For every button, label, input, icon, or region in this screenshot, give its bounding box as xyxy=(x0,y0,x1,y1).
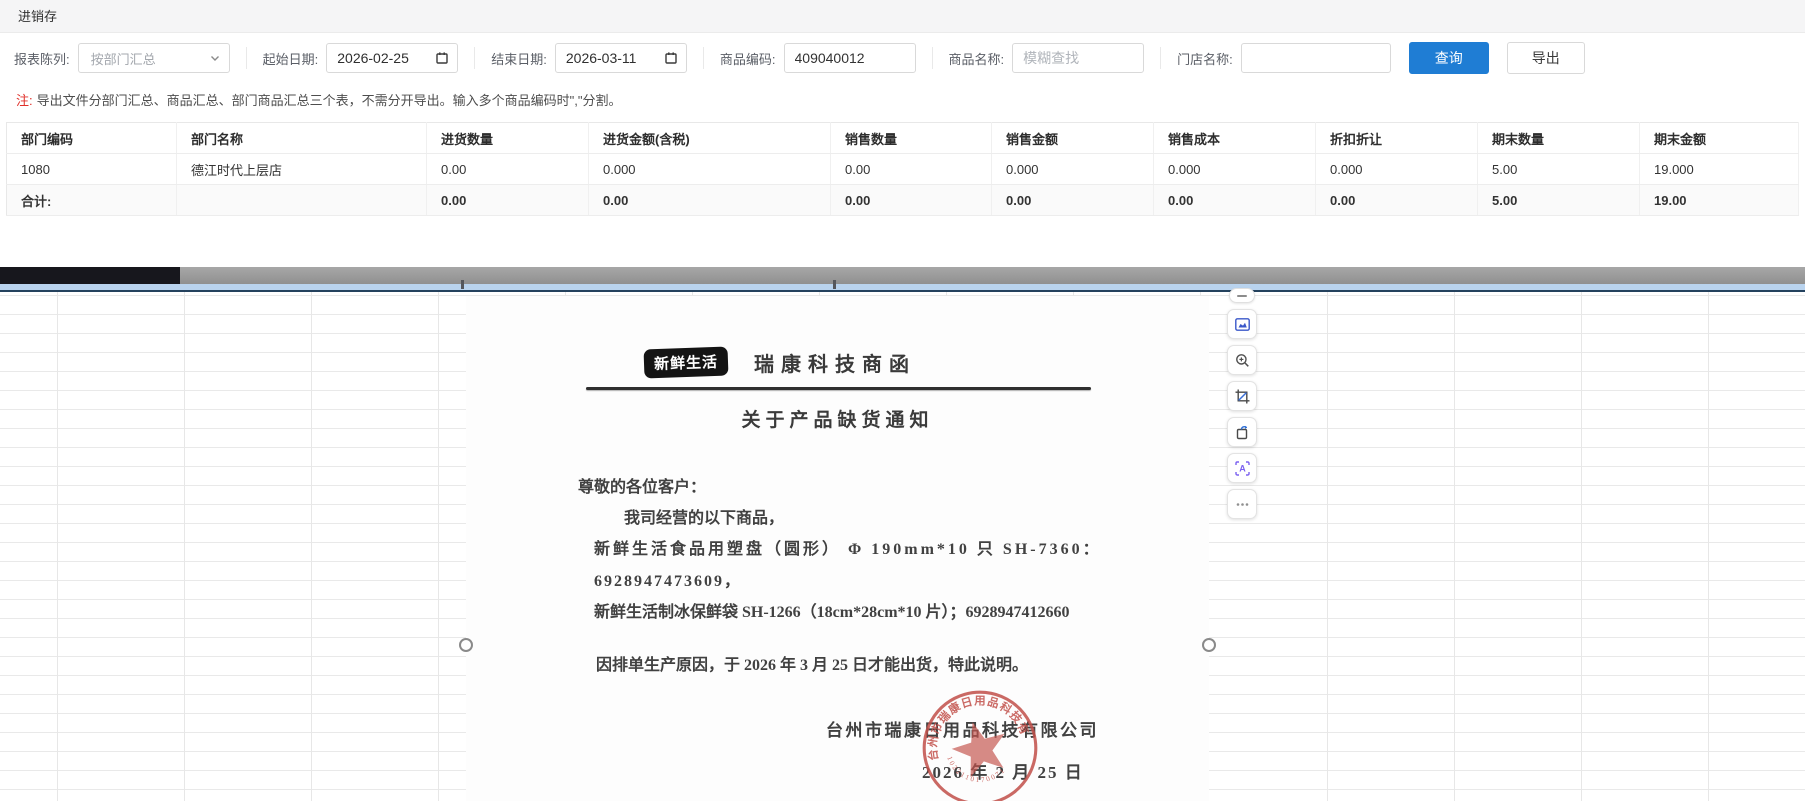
selection-edge-marker xyxy=(461,280,464,289)
letterhead: 新鲜生活 瑞康科技商函 xyxy=(643,346,1209,379)
report-type-select[interactable]: 按部门汇总 xyxy=(77,43,230,73)
export-button[interactable]: 导出 xyxy=(1506,42,1585,74)
col-header: 销售数量 xyxy=(830,122,992,154)
note-prefix: 注: xyxy=(16,93,33,108)
letterhead-title: 瑞康科技商函 xyxy=(754,354,917,376)
minimize-dash-icon xyxy=(1237,294,1247,297)
ocr-icon: A xyxy=(1234,460,1250,476)
more-tool-button[interactable] xyxy=(1227,489,1257,519)
scrollbar-thumb[interactable] xyxy=(0,267,180,284)
ocr-tool-button[interactable]: A xyxy=(1227,453,1257,483)
company-logo: 新鲜生活 xyxy=(643,346,729,379)
chevron-down-icon xyxy=(210,56,219,61)
col-header: 进货金额(含税) xyxy=(588,122,831,154)
resize-handle-right[interactable] xyxy=(1202,638,1216,652)
barcode-line-1: 6928947473609， xyxy=(594,573,743,590)
end-date-group: 结束日期: 2026-03-11 xyxy=(491,43,687,73)
product-line-1: 新鲜生活食品用塑盘（圆形） Φ 190mm*10 只 SH-7360： xyxy=(594,541,1102,558)
store-name-input[interactable] xyxy=(1240,43,1391,73)
divider xyxy=(245,47,247,69)
col-header: 期末数量 xyxy=(1477,122,1640,154)
end-date-input[interactable]: 2026-03-11 xyxy=(554,43,687,73)
col-header: 销售成本 xyxy=(1153,122,1316,154)
table-total-row: 合计: 0.00 0.00 0.00 0.00 0.00 0.00 5.00 1… xyxy=(6,184,1799,216)
svg-text:A: A xyxy=(1239,463,1246,473)
letterhead-rule xyxy=(586,387,1091,390)
col-header: 折扣折让 xyxy=(1315,122,1478,154)
product-line-2: 新鲜生活制冰保鲜袋 SH-1266（18cm*28cm*10 片）；692894… xyxy=(594,604,1070,621)
start-date-group: 起始日期: 2026-02-25 xyxy=(263,43,459,73)
filter-toolbar: 报表陈列: 按部门汇总 起始日期: 2026-02-25 结束日期: 2026-… xyxy=(0,33,1805,83)
report-type-value: 按部门汇总 xyxy=(90,51,156,67)
report-type-label: 报表陈列: xyxy=(14,51,70,67)
horizontal-scrollbar[interactable] xyxy=(0,267,1805,284)
more-icon xyxy=(1236,502,1248,506)
divider xyxy=(474,47,476,69)
company-stamp: 台州市瑞康日用品科技有限公司 1022110170071 xyxy=(903,671,1038,801)
product-code-input[interactable] xyxy=(783,43,916,73)
report-table: 部门编码 部门名称 进货数量 进货金额(含税) 销售数量 销售金额 销售成本 折… xyxy=(6,122,1799,216)
crop-icon xyxy=(1235,389,1249,403)
query-button[interactable]: 查询 xyxy=(1408,42,1489,74)
page-title: 进销存 xyxy=(0,0,1805,33)
table-header-row: 部门编码 部门名称 进货数量 进货金额(含税) 销售数量 销售金额 销售成本 折… xyxy=(6,122,1799,154)
divider xyxy=(931,47,933,69)
product-name-group: 商品名称: xyxy=(949,43,1145,73)
calendar-icon xyxy=(436,52,448,64)
calendar-icon xyxy=(665,52,677,64)
image-icon xyxy=(1234,317,1250,331)
report-type-group: 报表陈列: 按部门汇总 xyxy=(14,43,230,73)
divider xyxy=(702,47,704,69)
col-header: 部门名称 xyxy=(176,122,427,154)
resize-handle-left[interactable] xyxy=(459,638,473,652)
store-name-group: 门店名称: xyxy=(1177,43,1391,73)
spreadsheet-grid[interactable]: 新鲜生活 瑞康科技商函 关于产品缺货通知 尊敬的各位客户： 我司经营的以下商品，… xyxy=(0,292,1805,801)
salutation: 尊敬的各位客户： xyxy=(578,479,707,496)
col-header: 部门编码 xyxy=(6,122,177,154)
zoom-in-tool-button[interactable] xyxy=(1227,345,1257,375)
zoom-in-icon xyxy=(1235,353,1249,367)
copy-icon xyxy=(1236,425,1247,439)
start-date-label: 起始日期: xyxy=(262,51,319,67)
col-header: 销售金额 xyxy=(991,122,1154,154)
intro-line: 我司经营的以下商品， xyxy=(624,510,785,527)
document-preview-image[interactable]: 新鲜生活 瑞康科技商函 关于产品缺货通知 尊敬的各位客户： 我司经营的以下商品，… xyxy=(466,296,1209,801)
product-name-input[interactable] xyxy=(1012,43,1145,73)
col-header: 期末金额 xyxy=(1639,122,1799,154)
product-name-label: 商品名称: xyxy=(948,51,1005,67)
closing-line: 因排单生产原因，于 2026 年 3 月 25 日才能出货，特此说明。 xyxy=(596,657,1029,674)
divider xyxy=(1160,47,1162,69)
copy-tool-button[interactable] xyxy=(1227,417,1257,447)
table-row[interactable]: 1080 德江时代上层店 0.00 0.000 0.00 0.000 0.000… xyxy=(6,153,1799,185)
product-code-label: 商品编码: xyxy=(719,51,776,67)
end-date-label: 结束日期: xyxy=(491,51,547,67)
document-title: 关于产品缺货通知 xyxy=(741,410,934,431)
col-header: 进货数量 xyxy=(426,122,589,154)
selection-center-marker xyxy=(833,280,836,289)
note-text: 导出文件分部门汇总、商品汇总、部门商品汇总三个表，不需分开导出。输入多个商品编码… xyxy=(36,93,622,108)
image-viewer-toolbar: A xyxy=(1227,288,1257,519)
crop-tool-button[interactable] xyxy=(1227,381,1257,411)
note-line: 注: 导出文件分部门汇总、商品汇总、部门商品汇总三个表，不需分开导出。输入多个商品… xyxy=(16,90,621,109)
app-window: 进销存 报表陈列: 按部门汇总 起始日期: 2026-02-25 结束日期: 2… xyxy=(0,0,1805,801)
toolbar-collapse-button[interactable] xyxy=(1229,288,1255,303)
image-tool-button[interactable] xyxy=(1227,309,1257,339)
start-date-input[interactable]: 2026-02-25 xyxy=(326,43,459,73)
product-code-group: 商品编码: xyxy=(720,43,916,73)
store-name-label: 门店名称: xyxy=(1177,51,1233,67)
